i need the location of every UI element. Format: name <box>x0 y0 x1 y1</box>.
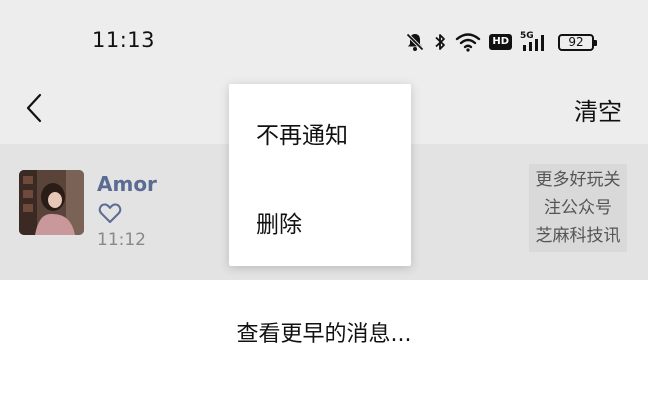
clear-button[interactable]: 清空 <box>574 92 622 127</box>
more-area: 查看更早的消息... <box>0 280 648 419</box>
hd-icon: HD <box>489 34 512 50</box>
back-button[interactable] <box>18 88 50 128</box>
heart-outline-icon <box>98 203 122 223</box>
menu-item-delete[interactable]: 删除 <box>256 205 302 239</box>
status-bar: 11:13 HD 5G 92 <box>0 0 648 84</box>
message-time: 11:12 <box>97 230 146 250</box>
battery-level: 92 <box>568 35 584 49</box>
battery-icon: 92 <box>558 33 597 51</box>
bell-off-icon <box>405 32 425 52</box>
sender-name[interactable]: Amor <box>97 172 157 196</box>
status-time: 11:13 <box>92 28 156 52</box>
preview-line: 更多好玩关 <box>535 170 621 190</box>
status-icons: HD 5G 92 <box>405 28 597 56</box>
cellular-icon: 5G <box>520 31 550 52</box>
chevron-left-icon <box>26 93 42 123</box>
wifi-icon <box>455 32 481 52</box>
preview-line: 芝麻科技讯 <box>535 226 621 246</box>
context-menu: 不再通知 删除 <box>229 84 411 266</box>
message-preview[interactable]: 更多好玩关 注公众号 芝麻科技讯 <box>529 164 627 252</box>
preview-line: 注公众号 <box>544 198 612 218</box>
menu-item-mute[interactable]: 不再通知 <box>256 116 348 150</box>
avatar[interactable] <box>19 170 84 235</box>
view-earlier-messages-link[interactable]: 查看更早的消息... <box>0 316 648 348</box>
bluetooth-icon <box>433 32 447 52</box>
